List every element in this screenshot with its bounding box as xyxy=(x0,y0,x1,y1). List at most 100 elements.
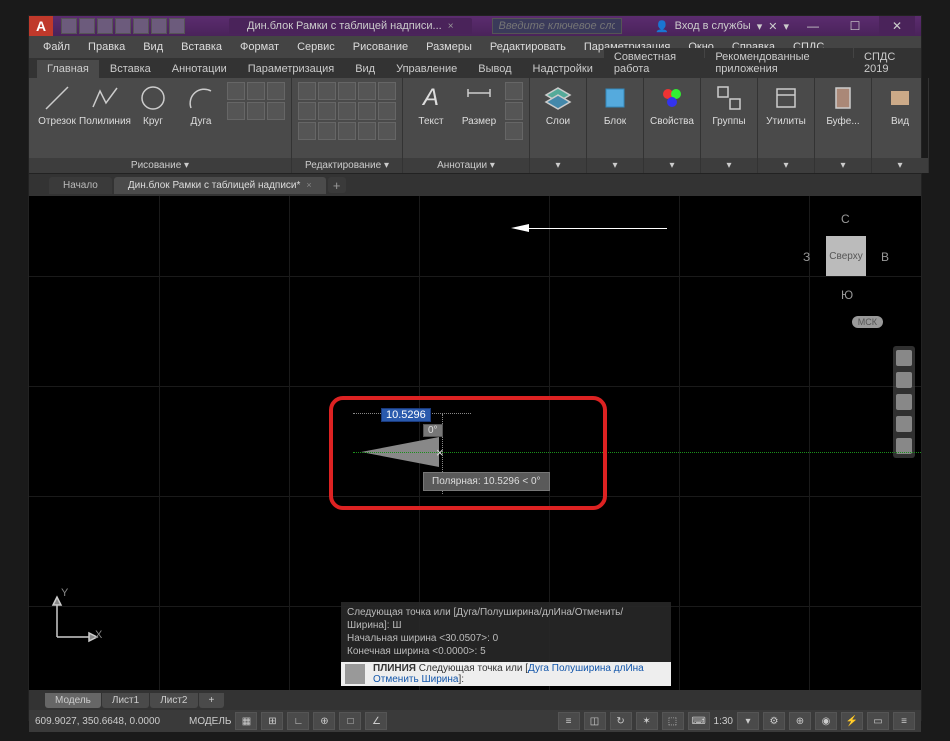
menu-insert[interactable]: Вставка xyxy=(173,38,230,56)
panel-layers-title[interactable]: ▾ xyxy=(530,158,586,173)
dimension-button[interactable]: Размер xyxy=(457,82,501,127)
cmd-opt-length[interactable]: длИна xyxy=(614,663,644,674)
view-button[interactable]: Вид xyxy=(878,82,922,127)
rotate-icon[interactable] xyxy=(318,82,336,100)
sign-in-label[interactable]: Вход в службы xyxy=(675,20,751,32)
transparency-toggle-icon[interactable]: ◫ xyxy=(584,712,606,730)
search-input[interactable] xyxy=(492,18,622,34)
qat-save-icon[interactable] xyxy=(97,18,113,34)
workspace-switch-icon[interactable]: ⚙ xyxy=(763,712,785,730)
array-icon[interactable] xyxy=(358,102,376,120)
polar-toggle-icon[interactable]: ⊕ xyxy=(313,712,335,730)
zoom-extents-icon[interactable] xyxy=(896,394,912,410)
ribbon-tab-manage[interactable]: Управление xyxy=(386,60,467,78)
ribbon-tab-spds[interactable]: СПДС 2019 xyxy=(854,48,921,78)
title-document-tab[interactable]: Дин.блок Рамки с таблицей надписи... × xyxy=(229,18,472,34)
panel-block-title[interactable]: ▾ xyxy=(587,158,643,173)
snap-toggle-icon[interactable]: ⊞ xyxy=(261,712,283,730)
groups-button[interactable]: Группы xyxy=(707,82,751,127)
ribbon-tab-view[interactable]: Вид xyxy=(345,60,385,78)
rect-icon[interactable] xyxy=(227,82,245,100)
account-icon[interactable]: 👤 xyxy=(655,20,669,33)
exchange-icon[interactable]: ✕ xyxy=(768,20,777,33)
offset-icon[interactable] xyxy=(378,102,396,120)
doc-tab-active[interactable]: Дин.блок Рамки с таблицей надписи* × xyxy=(114,177,326,194)
layout-tab-model[interactable]: Модель xyxy=(45,693,101,708)
orbit-icon[interactable] xyxy=(896,416,912,432)
panel-properties-title[interactable]: ▾ xyxy=(644,158,700,173)
break-icon[interactable] xyxy=(358,122,376,140)
command-line[interactable]: ПЛИНИЯ Следующая точка или [Дуга Полушир… xyxy=(341,662,671,686)
panel-draw-title[interactable]: Рисование ▾ xyxy=(29,158,291,173)
annotation-monitor-icon[interactable]: ⊕ xyxy=(789,712,811,730)
clipboard-button[interactable]: Буфе... xyxy=(821,82,865,127)
table-icon[interactable] xyxy=(505,102,523,120)
ribbon-tab-addins[interactable]: Надстройки xyxy=(523,60,603,78)
ucs-icon[interactable]: X Y xyxy=(47,587,107,650)
spline-icon[interactable] xyxy=(227,102,245,120)
layers-button[interactable]: Слои xyxy=(536,82,580,127)
panel-groups-title[interactable]: ▾ xyxy=(701,158,757,173)
region-icon[interactable] xyxy=(267,102,285,120)
steering-wheel-icon[interactable] xyxy=(896,350,912,366)
cmd-opt-arc[interactable]: Дуга xyxy=(528,663,549,674)
grid-toggle-icon[interactable]: ▦ xyxy=(235,712,257,730)
viewcube-west[interactable]: З xyxy=(803,250,810,264)
ribbon-tab-output[interactable]: Вывод xyxy=(468,60,521,78)
point-icon[interactable] xyxy=(247,102,265,120)
menu-draw[interactable]: Рисование xyxy=(345,38,416,56)
panel-view-title[interactable]: ▾ xyxy=(872,158,928,173)
extend-icon[interactable] xyxy=(338,122,356,140)
coordinate-display[interactable]: 609.9027, 350.6648, 0.0000 xyxy=(35,716,185,727)
menu-edit[interactable]: Правка xyxy=(80,38,133,56)
command-line-text[interactable]: ПЛИНИЯ Следующая точка или [Дуга Полушир… xyxy=(369,663,671,685)
ribbon-tab-insert[interactable]: Вставка xyxy=(100,60,161,78)
pan-icon[interactable] xyxy=(896,372,912,388)
join-icon[interactable] xyxy=(378,122,396,140)
doc-tab-start[interactable]: Начало xyxy=(49,177,112,194)
properties-button[interactable]: Свойства xyxy=(650,82,694,127)
ribbon-tab-collaborate[interactable]: Совместная работа xyxy=(604,48,704,78)
scale-icon[interactable] xyxy=(318,122,336,140)
wcs-badge[interactable]: МСК xyxy=(852,316,883,328)
ellipse-icon[interactable] xyxy=(247,82,265,100)
lineweight-toggle-icon[interactable]: ≡ xyxy=(558,712,580,730)
ribbon-tab-featured[interactable]: Рекомендованные приложения xyxy=(705,48,853,78)
drawing-canvas[interactable]: С З В Ю Сверху МСК × 10.5296 0° Полярная… xyxy=(29,196,921,690)
ortho-toggle-icon[interactable]: ∟ xyxy=(287,712,309,730)
panel-modify-title[interactable]: Редактирование ▾ xyxy=(292,158,402,173)
cmd-opt-undo[interactable]: Отменить xyxy=(373,674,419,685)
maximize-button[interactable]: ☐ xyxy=(837,16,873,36)
close-button[interactable]: ✕ xyxy=(879,16,915,36)
help-chevron-icon[interactable]: ▾ xyxy=(783,20,789,33)
cycling-toggle-icon[interactable]: ↻ xyxy=(610,712,632,730)
otrack-toggle-icon[interactable]: ∠ xyxy=(365,712,387,730)
explode-icon[interactable] xyxy=(378,82,396,100)
arc-button[interactable]: Дуга xyxy=(179,82,223,127)
utilities-button[interactable]: Утилиты xyxy=(764,82,808,127)
annotation-scale[interactable]: 1:30 xyxy=(714,716,733,727)
new-doc-tab-button[interactable]: + xyxy=(328,177,346,193)
block-button[interactable]: Блок xyxy=(593,82,637,127)
stretch-icon[interactable] xyxy=(298,122,316,140)
doc-tab-close-icon[interactable]: × xyxy=(306,180,311,190)
clean-screen-icon[interactable]: ▭ xyxy=(867,712,889,730)
menu-format[interactable]: Формат xyxy=(232,38,287,56)
layout-tab-sheet2[interactable]: Лист2 xyxy=(150,693,197,708)
layout-tab-sheet1[interactable]: Лист1 xyxy=(102,693,149,708)
menu-dimension[interactable]: Размеры xyxy=(418,38,480,56)
qat-new-icon[interactable] xyxy=(61,18,77,34)
mirror-icon[interactable] xyxy=(318,102,336,120)
qat-open-icon[interactable] xyxy=(79,18,95,34)
line-button[interactable]: Отрезок xyxy=(35,82,79,127)
qat-plot-icon[interactable] xyxy=(133,18,149,34)
viewcube-top-face[interactable]: Сверху xyxy=(826,236,866,276)
customize-status-icon[interactable]: ≡ xyxy=(893,712,915,730)
isolate-objects-icon[interactable]: ◉ xyxy=(815,712,837,730)
ribbon-tab-home[interactable]: Главная xyxy=(37,60,99,78)
copy-icon[interactable] xyxy=(298,102,316,120)
panel-utilities-title[interactable]: ▾ xyxy=(758,158,814,173)
move-icon[interactable] xyxy=(298,82,316,100)
fillet-icon[interactable] xyxy=(338,102,356,120)
ribbon-tab-annotate[interactable]: Аннотации xyxy=(162,60,237,78)
